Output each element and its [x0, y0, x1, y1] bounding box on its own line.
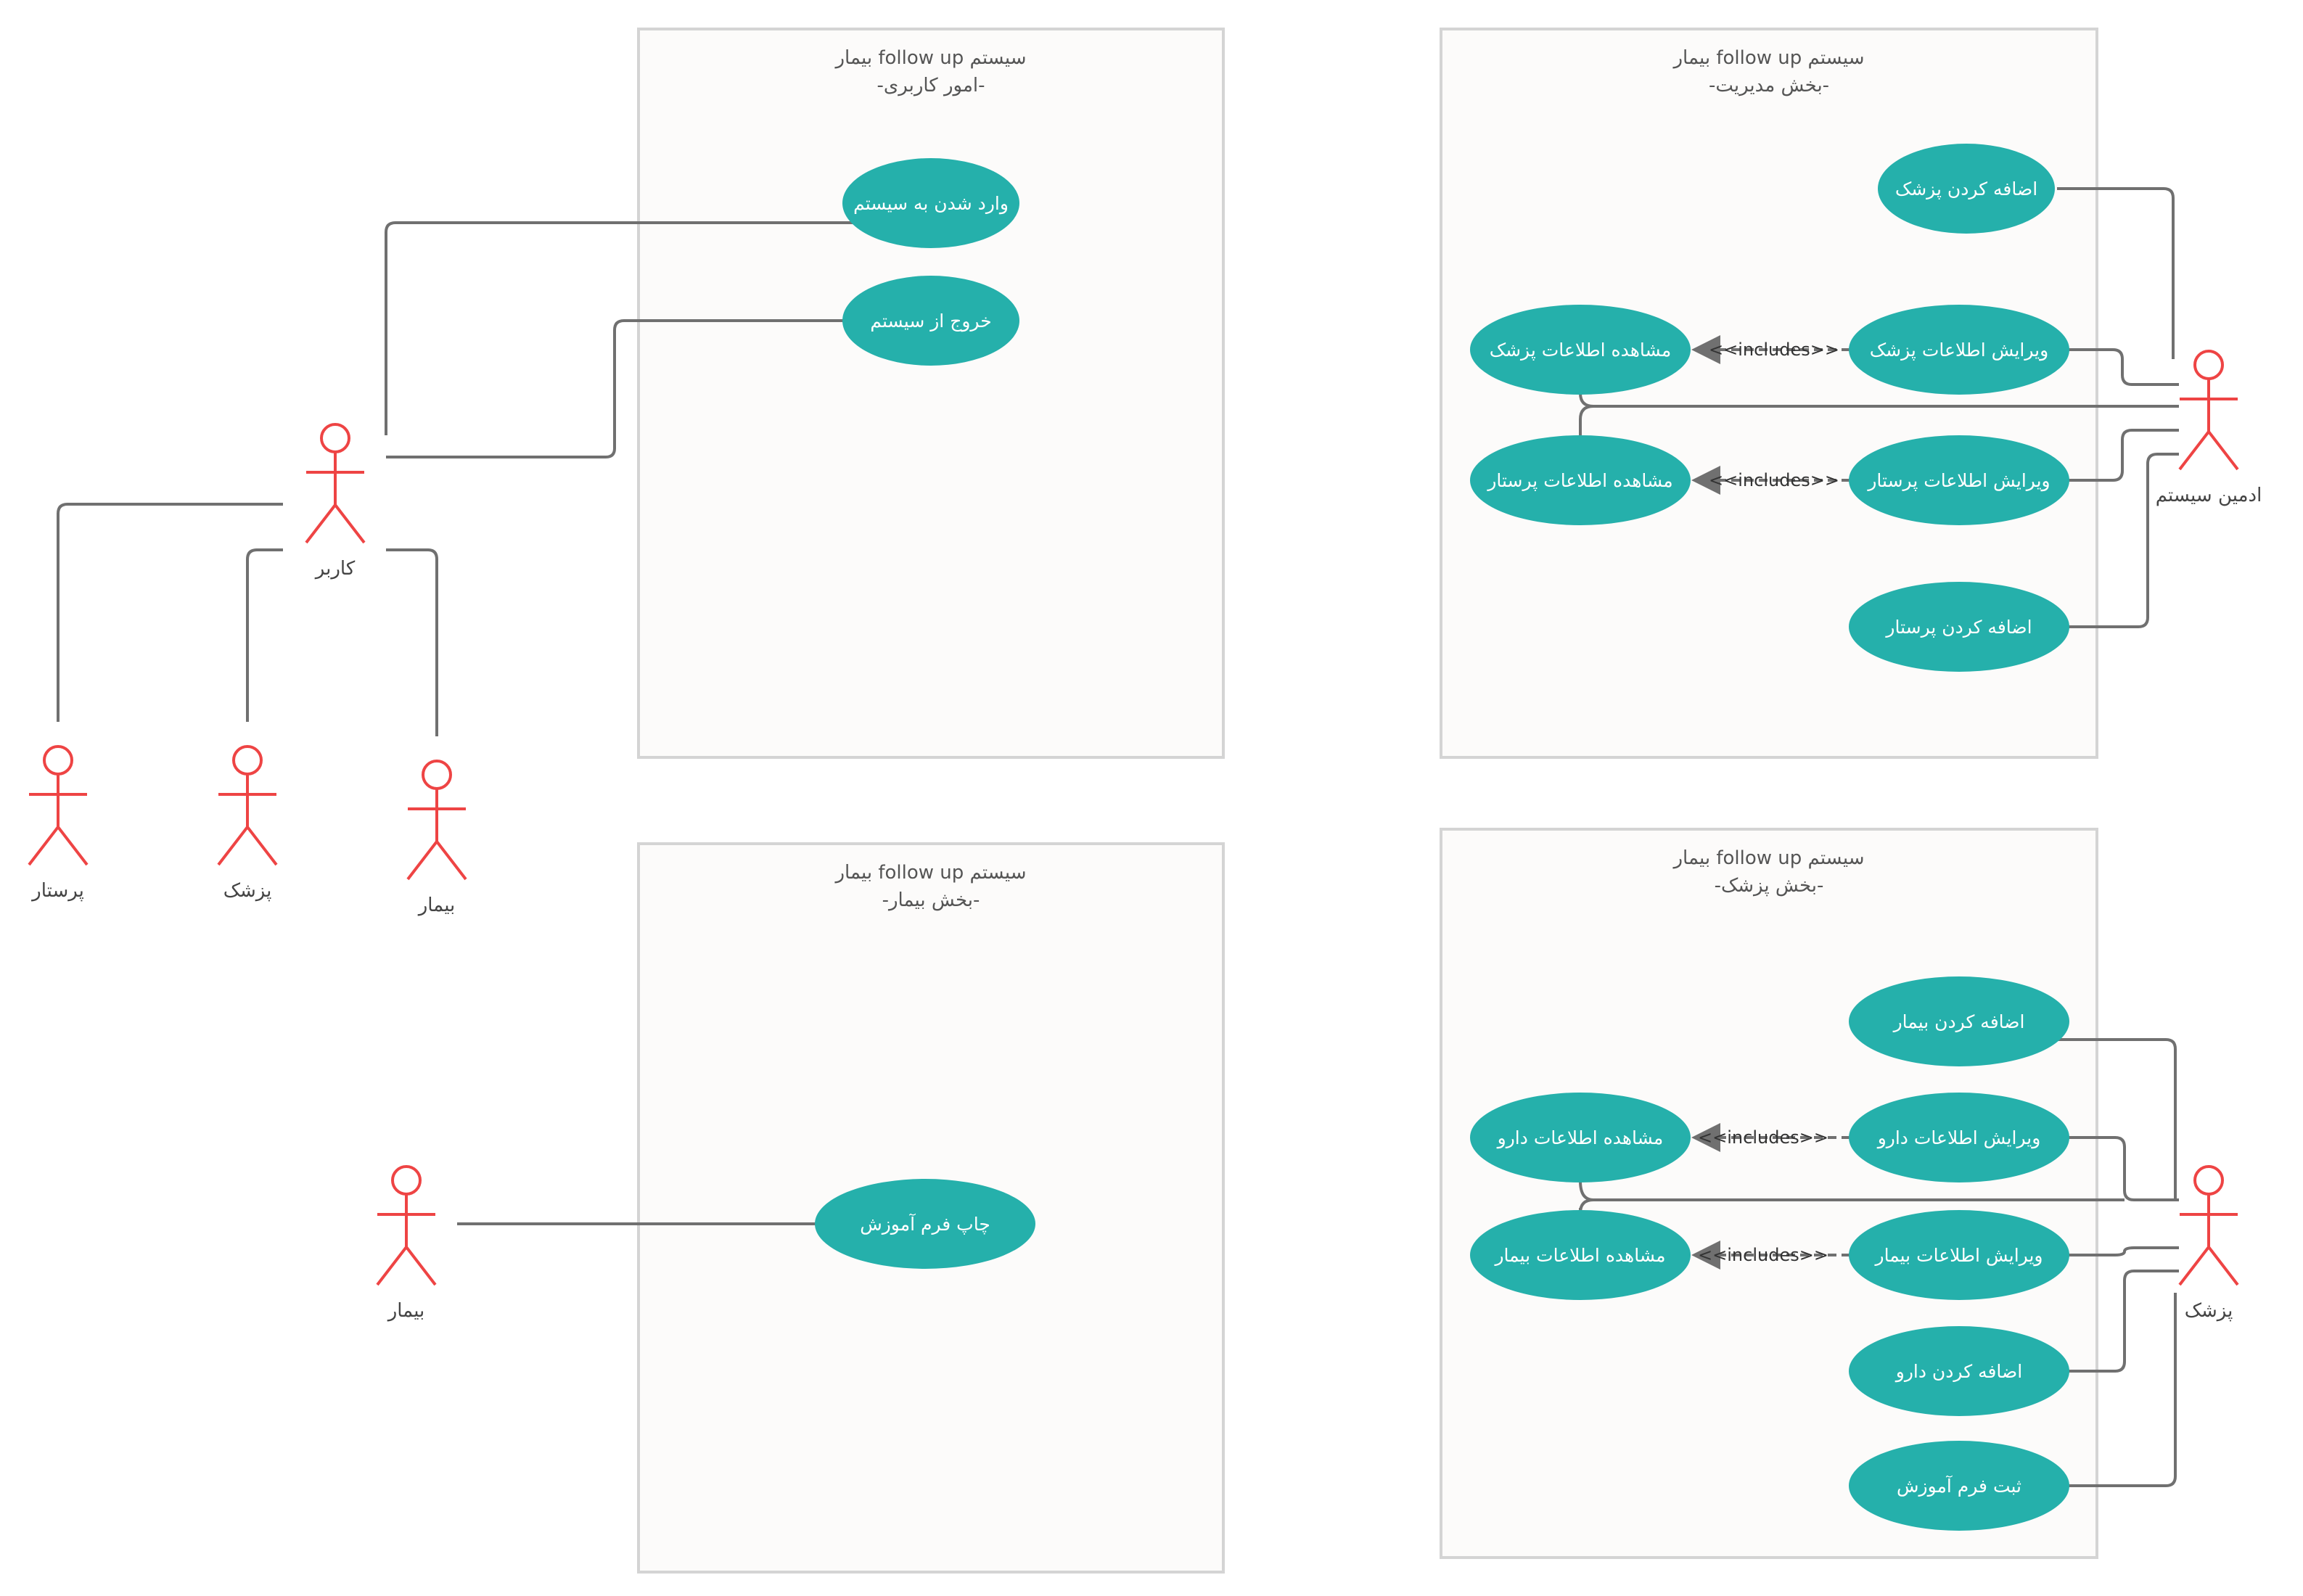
usecase-label: خروج از سیستم: [870, 310, 991, 332]
usecase-label: ویرایش اطلاعات پزشک: [1870, 340, 2048, 361]
usecase-label: اضافه کردن بیمار: [1892, 1011, 2025, 1032]
usecase-add-doctor[interactable]: اضافه کردن پزشک: [1878, 144, 2055, 234]
usecase-label: مشاهده اطلاعات بیمار: [1493, 1245, 1665, 1266]
usecase-label: ثبت فرم آموزش: [1897, 1475, 2021, 1497]
boundary-subtitle: -امور کاربری-: [877, 75, 985, 96]
actor-head-icon: [422, 760, 452, 790]
actor-nurse[interactable]: پرستار: [28, 745, 89, 902]
generalization-nurse: [57, 503, 283, 722]
actor-head-icon: [43, 745, 73, 776]
usecase-print-form[interactable]: چاپ فرم آموزش: [815, 1179, 1035, 1269]
usecase-view-patient[interactable]: مشاهده اطلاعات بیمار: [1470, 1210, 1691, 1300]
actor-body-icon: [406, 789, 467, 881]
actor-label: بیمار: [387, 1300, 425, 1322]
usecase-label: ویرایش اطلاعات پرستار: [1866, 470, 2050, 492]
usecase-edit-drug[interactable]: ویرایش اطلاعات دارو: [1849, 1093, 2069, 1182]
usecase-edit-nurse[interactable]: ویرایش اطلاعات پرستار: [1849, 435, 2069, 525]
boundary-title: سیستم follow up بیمار: [1672, 47, 1864, 69]
usecase-edit-patient[interactable]: ویرایش اطلاعات بیمار: [1849, 1210, 2069, 1300]
actor-doctor-generalized[interactable]: پزشک: [217, 745, 278, 902]
actor-patient-generalized[interactable]: بیمار: [406, 760, 467, 916]
usecase-login[interactable]: وارد شدن به سیستم: [842, 158, 1019, 248]
actor-label: ادمین سیستم: [2156, 485, 2262, 506]
boundary-title: سیستم follow up بیمار: [834, 862, 1026, 884]
actor-label: بیمار: [417, 894, 456, 916]
usecase-label: چاپ فرم آموزش: [860, 1213, 990, 1235]
usecase-label: مشاهده اطلاعات پزشک: [1490, 340, 1672, 361]
usecase-add-nurse[interactable]: اضافه کردن پرستار: [1849, 582, 2069, 672]
usecase-view-nurse[interactable]: مشاهده اطلاعات پرستار: [1470, 435, 1691, 525]
actor-head-icon: [391, 1165, 422, 1196]
actor-head-icon: [232, 745, 263, 776]
usecase-logout[interactable]: خروج از سیستم: [842, 276, 1019, 366]
actor-body-icon: [376, 1194, 437, 1286]
usecase-edit-doctor[interactable]: ویرایش اطلاعات پزشک: [1849, 305, 2069, 395]
boundary-user-affairs: سیستم follow up بیمار -امور کاربری-: [637, 28, 1225, 759]
actor-patient[interactable]: بیمار: [376, 1165, 437, 1322]
actor-body-icon: [305, 452, 366, 544]
usecase-label: ویرایش اطلاعات بیمار: [1874, 1245, 2043, 1267]
usecase-label: وارد شدن به سیستم: [853, 193, 1009, 215]
include-label: <<includes>>: [1698, 1245, 1828, 1265]
boundary-subtitle: -بخش مدیریت-: [1709, 75, 1829, 96]
actor-user[interactable]: کاربر: [305, 423, 366, 580]
include-label: <<includes>>: [1709, 340, 1839, 360]
usecase-label: اضافه کردن دارو: [1894, 1361, 2022, 1383]
actor-head-icon: [2193, 350, 2224, 380]
usecase-register-form[interactable]: ثبت فرم آموزش: [1849, 1441, 2069, 1531]
usecase-label: مشاهده اطلاعات دارو: [1496, 1127, 1664, 1149]
usecase-label: مشاهده اطلاعات پرستار: [1486, 470, 1672, 491]
actor-head-icon: [2193, 1165, 2224, 1196]
actor-body-icon: [217, 774, 278, 866]
actor-doctor[interactable]: پزشک: [2178, 1165, 2239, 1322]
usecase-view-doctor[interactable]: مشاهده اطلاعات پزشک: [1470, 305, 1691, 395]
actor-label: پرستار: [30, 880, 84, 902]
usecase-add-drug[interactable]: اضافه کردن دارو: [1849, 1326, 2069, 1416]
boundary-title: سیستم follow up بیمار: [1672, 847, 1864, 869]
actor-body-icon: [28, 774, 89, 866]
actor-label: پزشک: [223, 880, 272, 902]
include-label: <<includes>>: [1709, 470, 1839, 490]
actor-body-icon: [2178, 379, 2239, 471]
include-label: <<includes>>: [1698, 1127, 1828, 1148]
generalization-patient: [386, 548, 438, 736]
usecase-label: اضافه کردن پرستار: [1884, 617, 2032, 638]
actor-body-icon: [2178, 1194, 2239, 1286]
actor-head-icon: [320, 423, 350, 453]
actor-label: پزشک: [2185, 1300, 2233, 1322]
generalization-doctor: [246, 548, 283, 722]
usecase-label: اضافه کردن پزشک: [1895, 178, 2037, 200]
actor-label: کاربر: [314, 558, 356, 580]
usecase-view-drug[interactable]: مشاهده اطلاعات دارو: [1470, 1093, 1691, 1182]
usecase-label: ویرایش اطلاعات دارو: [1876, 1127, 2041, 1149]
usecase-add-patient[interactable]: اضافه کردن بیمار: [1849, 976, 2069, 1066]
boundary-subtitle: -بخش پزشک-: [1715, 875, 1824, 897]
boundary-title: سیستم follow up بیمار: [834, 47, 1026, 69]
use-case-diagram: سیستم follow up بیمار -امور کاربری- سیست…: [28, 28, 2262, 1574]
boundary-subtitle: -بخش بیمار-: [882, 889, 980, 911]
